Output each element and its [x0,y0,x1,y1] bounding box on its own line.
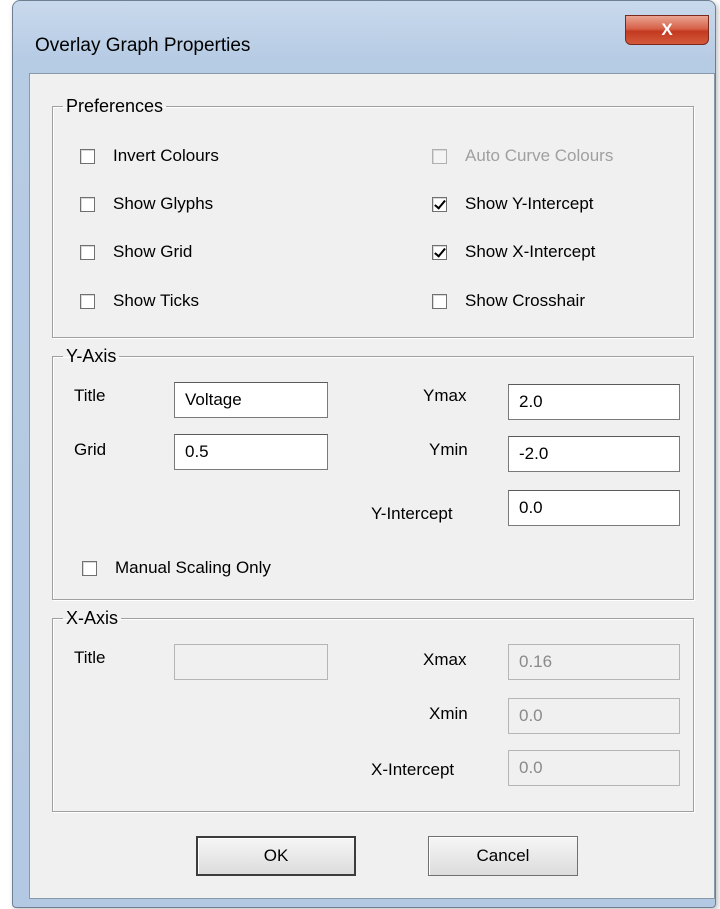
show-crosshair-box[interactable] [432,293,447,309]
y-intercept-label: Y-Intercept [371,504,453,523]
y-title-input[interactable]: Voltage [174,382,328,418]
xmin-label: Xmin [429,704,468,723]
show-x-intercept-box[interactable] [432,244,447,260]
manual-scaling-box[interactable] [82,560,97,576]
xmax-label: Xmax [423,650,467,669]
show-ticks-label: Show Ticks [113,291,199,310]
xmin-input: 0.0 [508,698,680,734]
show-crosshair-checkbox[interactable]: Show Crosshair [432,291,585,311]
close-button[interactable]: X [625,15,709,45]
x-intercept-input: 0.0 [508,750,680,786]
y-intercept-input[interactable]: 0.0 [508,490,680,526]
dialog-window: Overlay Graph Properties X Preferences I… [12,0,716,908]
show-ticks-box[interactable] [80,293,95,309]
y-title-label: Title [74,386,106,405]
close-icon: X [661,20,673,39]
x-title-input [174,644,328,680]
manual-scaling-label: Manual Scaling Only [115,558,271,577]
show-grid-label: Show Grid [113,242,193,261]
auto-curve-colours-box [432,148,447,164]
preferences-legend: Preferences [66,96,164,116]
invert-colours-label: Invert Colours [113,146,219,165]
show-glyphs-box[interactable] [80,196,95,212]
y-axis-legend: Y-Axis [66,346,117,366]
ymax-label: Ymax [423,386,467,405]
invert-colours-checkbox[interactable]: Invert Colours [80,146,219,166]
manual-scaling-checkbox[interactable]: Manual Scaling Only [82,558,271,578]
window-title: Overlay Graph Properties [35,35,251,56]
xmax-input: 0.16 [508,644,680,680]
show-x-intercept-label: Show X-Intercept [465,242,596,261]
show-grid-checkbox[interactable]: Show Grid [80,242,192,262]
ymin-input[interactable]: -2.0 [508,436,680,472]
auto-curve-colours-checkbox: Auto Curve Colours [432,146,613,166]
ymax-input[interactable]: 2.0 [508,384,680,420]
show-x-intercept-checkbox[interactable]: Show X-Intercept [432,242,595,262]
show-y-intercept-label: Show Y-Intercept [465,194,594,213]
y-grid-input[interactable]: 0.5 [174,434,328,470]
show-crosshair-label: Show Crosshair [465,291,585,310]
ok-button[interactable]: OK [196,836,356,876]
ymin-label: Ymin [429,440,468,459]
show-grid-box[interactable] [80,244,95,260]
x-title-label: Title [74,648,106,667]
show-glyphs-label: Show Glyphs [113,194,214,213]
y-grid-label: Grid [74,440,107,459]
invert-colours-box[interactable] [80,148,95,164]
cancel-button[interactable]: Cancel [428,836,578,876]
show-y-intercept-checkbox[interactable]: Show Y-Intercept [432,194,594,214]
x-intercept-label: X-Intercept [371,760,455,779]
dialog-client-area: Preferences Invert Colours Show Glyphs S… [29,73,715,899]
auto-curve-colours-label: Auto Curve Colours [465,146,614,165]
show-y-intercept-box[interactable] [432,196,447,212]
x-axis-legend: X-Axis [66,608,119,628]
show-ticks-checkbox[interactable]: Show Ticks [80,291,199,311]
show-glyphs-checkbox[interactable]: Show Glyphs [80,194,213,214]
